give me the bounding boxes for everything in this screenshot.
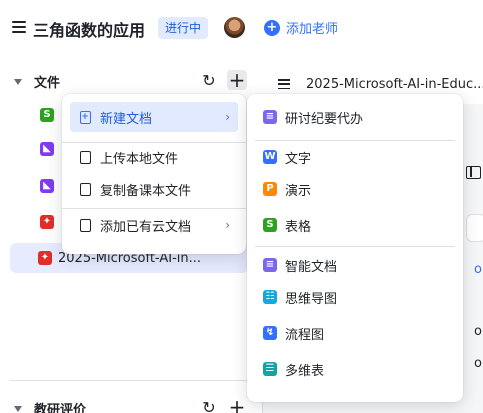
file-row[interactable]: ✦ bbox=[10, 207, 54, 237]
file-icon bbox=[78, 150, 92, 164]
word-icon: W bbox=[263, 150, 277, 164]
slides-icon: P bbox=[263, 182, 277, 196]
menu-item-copy-lesson-file[interactable]: 复制备课本文件 bbox=[70, 174, 238, 204]
refresh-icon[interactable]: ↻ bbox=[199, 70, 219, 90]
panel-toggle-icon[interactable] bbox=[466, 166, 481, 179]
sheet-icon: S bbox=[40, 108, 54, 122]
submenu-item-label: 表格 bbox=[285, 219, 312, 235]
mindmap-icon: ☷ bbox=[263, 290, 277, 304]
submenu-item-base[interactable]: ☰ 多维表 bbox=[255, 354, 455, 384]
docs-icon: ≡ bbox=[263, 258, 277, 272]
image-icon: ◣ bbox=[40, 179, 54, 193]
submenu-item-label: 演示 bbox=[285, 183, 312, 199]
add-file-menu: + 新建文档 › 上传本地文件 复制备课本文件 添加已有云文档 › bbox=[62, 94, 246, 254]
submenu-item-sheet[interactable]: S 表格 bbox=[255, 210, 455, 240]
document-tab-title: 2025-Microsoft-AI-in-Educ... bbox=[306, 76, 483, 92]
pdf-icon: ✦ bbox=[40, 215, 54, 229]
docs-icon: ≡ bbox=[263, 110, 277, 124]
file-row[interactable]: S bbox=[10, 100, 54, 130]
add-teacher-button[interactable]: + 添加老师 bbox=[264, 18, 338, 37]
flowchart-icon: ↯ bbox=[263, 326, 277, 340]
caret-down-icon bbox=[14, 78, 22, 85]
submenu-item-label: 流程图 bbox=[285, 327, 325, 343]
avatar[interactable] bbox=[224, 17, 245, 38]
copy-icon bbox=[78, 182, 92, 196]
pdf-icon: ✦ bbox=[38, 251, 52, 265]
refresh-icon[interactable]: ↻ bbox=[199, 397, 219, 413]
submenu-item-label: 智能文档 bbox=[285, 259, 338, 275]
chevron-right-icon: › bbox=[225, 110, 230, 124]
submenu-item-text[interactable]: W 文字 bbox=[255, 142, 455, 172]
menu-item-upload-local[interactable]: 上传本地文件 bbox=[70, 142, 238, 172]
file-row[interactable]: ◣ bbox=[10, 171, 54, 201]
files-section-header[interactable]: 文件 bbox=[14, 72, 60, 91]
new-document-submenu: ≡ 研讨纪要代办 W 文字 P 演示 S 表格 ≡ 智能文档 ☷ 思维导图 ↯ … bbox=[247, 94, 463, 402]
submenu-item-slides[interactable]: P 演示 bbox=[255, 174, 455, 204]
cloud-doc-icon bbox=[78, 218, 92, 232]
caret-down-icon bbox=[14, 405, 22, 412]
research-section-title: 教研评价 bbox=[34, 403, 87, 413]
menu-item-label: 复制备课本文件 bbox=[100, 183, 192, 199]
menu-item-label: 新建文档 bbox=[100, 111, 153, 127]
submenu-item-flowchart[interactable]: ↯ 流程图 bbox=[255, 318, 455, 348]
submenu-item-label: 研讨纪要代办 bbox=[285, 111, 364, 127]
list-icon bbox=[278, 79, 290, 89]
submenu-item-smart-doc[interactable]: ≡ 智能文档 bbox=[255, 250, 455, 280]
chevron-right-icon: › bbox=[225, 218, 230, 232]
divider bbox=[10, 380, 248, 381]
menu-item-label: 添加已有云文档 bbox=[100, 219, 192, 235]
submenu-item-label: 文字 bbox=[285, 151, 312, 167]
submenu-item-label: 多维表 bbox=[285, 363, 325, 379]
menu-item-new-document[interactable]: + 新建文档 › bbox=[70, 102, 238, 132]
research-section-header[interactable]: 教研评价 bbox=[14, 399, 86, 413]
menu-icon[interactable] bbox=[12, 20, 26, 34]
panel-text-edge: o bbox=[474, 324, 482, 338]
image-icon: ◣ bbox=[40, 142, 54, 156]
add-icon[interactable]: + bbox=[227, 395, 247, 413]
files-section-title: 文件 bbox=[34, 76, 61, 91]
add-file-button[interactable]: + bbox=[227, 70, 247, 90]
status-badge: 进行中 bbox=[158, 17, 209, 39]
divider bbox=[255, 246, 455, 247]
new-document-icon: + bbox=[79, 110, 91, 124]
panel-link-edge: o bbox=[474, 262, 482, 276]
submenu-item-template[interactable]: ≡ 研讨纪要代办 bbox=[255, 102, 455, 132]
add-teacher-label: 添加老师 bbox=[286, 22, 339, 37]
divider bbox=[62, 208, 246, 209]
panel-text-edge: o bbox=[474, 356, 482, 370]
submenu-item-mindmap[interactable]: ☷ 思维导图 bbox=[255, 282, 455, 312]
sheet-icon: S bbox=[263, 218, 277, 232]
file-row[interactable]: ◣ bbox=[10, 134, 54, 164]
panel-input-edge[interactable] bbox=[466, 214, 483, 242]
plus-circle-icon: + bbox=[264, 19, 280, 36]
menu-item-label: 上传本地文件 bbox=[100, 151, 179, 167]
divider bbox=[255, 140, 455, 141]
menu-item-add-cloud-doc[interactable]: 添加已有云文档 › bbox=[70, 210, 238, 240]
submenu-item-label: 思维导图 bbox=[285, 291, 338, 307]
page-title: 三角函数的应用 bbox=[33, 21, 146, 40]
base-icon: ☰ bbox=[263, 362, 277, 376]
